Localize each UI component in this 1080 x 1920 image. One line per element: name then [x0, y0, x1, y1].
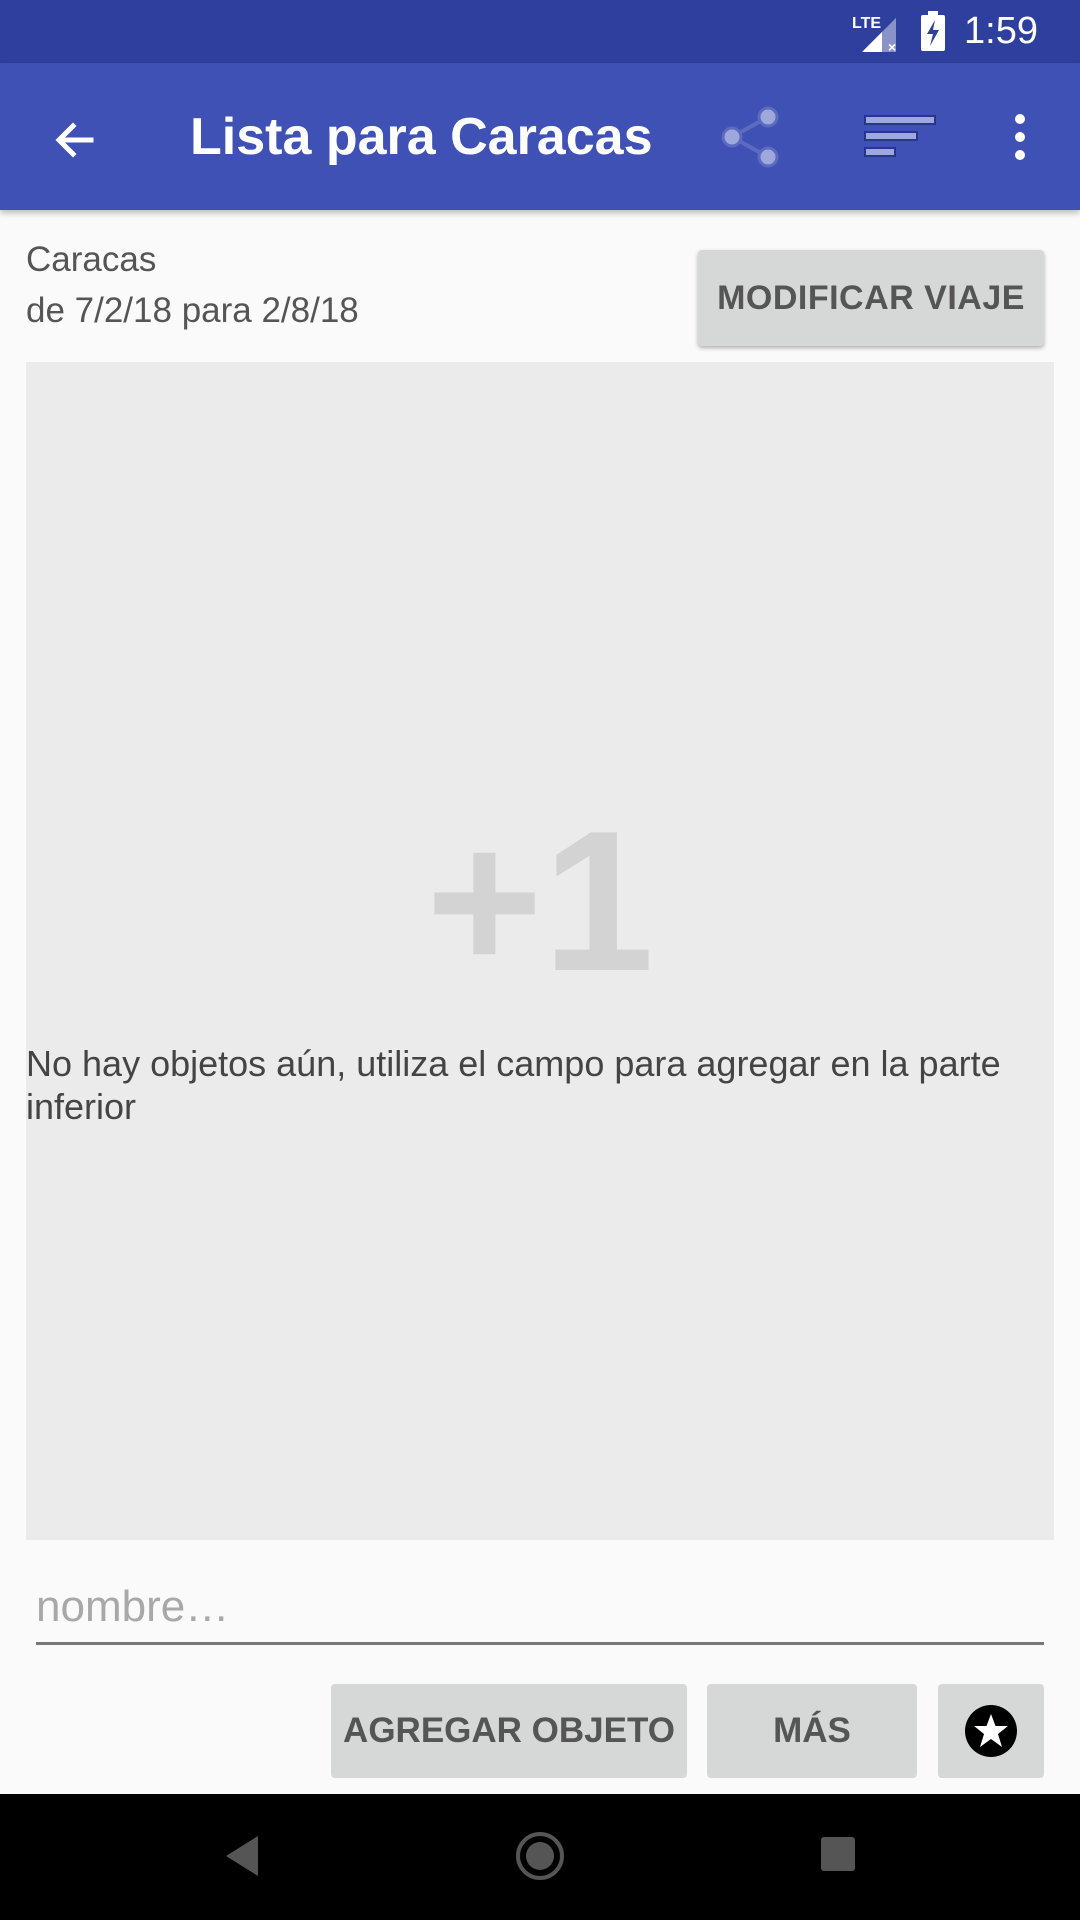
items-list: +1 No hay objetos aún, utiliza el campo …	[26, 362, 1054, 1540]
nav-back-icon[interactable]	[222, 1834, 262, 1878]
star-circle-icon	[965, 1705, 1017, 1757]
modify-trip-button[interactable]: MODIFICAR VIAJE	[698, 250, 1044, 346]
svg-text:LTE: LTE	[852, 15, 881, 32]
svg-text:×: ×	[888, 39, 896, 54]
back-arrow-icon	[55, 122, 94, 158]
back-button[interactable]	[40, 105, 110, 175]
empty-state-message: No hay objetos aún, utiliza el campo par…	[26, 1043, 1001, 1127]
item-name-input[interactable]	[36, 1572, 1044, 1645]
status-bar: LTE × 1:59	[0, 0, 1080, 63]
share-button[interactable]	[712, 99, 788, 175]
system-nav-bar	[0, 1794, 1080, 1920]
trip-name: Caracas	[26, 240, 157, 279]
sort-button[interactable]	[860, 103, 940, 173]
more-vert-icon	[1015, 114, 1025, 160]
trip-dates: de 7/2/18 para 2/8/18	[26, 291, 359, 330]
share-icon	[721, 106, 779, 168]
nav-recents-icon[interactable]	[820, 1836, 856, 1872]
more-button[interactable]: MÁS	[707, 1684, 917, 1778]
nav-home-icon[interactable]	[514, 1830, 566, 1882]
app-bar: Lista para Caracas	[0, 63, 1080, 210]
battery-charging-icon	[921, 11, 945, 51]
more-options-button[interactable]	[990, 99, 1050, 175]
sort-icon	[864, 115, 936, 157]
status-time: 1:59	[964, 10, 1038, 52]
lte-signal-icon: LTE ×	[852, 15, 896, 54]
empty-state-icon: +1	[425, 790, 655, 1013]
page-title: Lista para Caracas	[190, 108, 653, 166]
add-item-button[interactable]: AGREGAR OBJETO	[331, 1684, 687, 1778]
favorites-button[interactable]	[938, 1684, 1044, 1778]
